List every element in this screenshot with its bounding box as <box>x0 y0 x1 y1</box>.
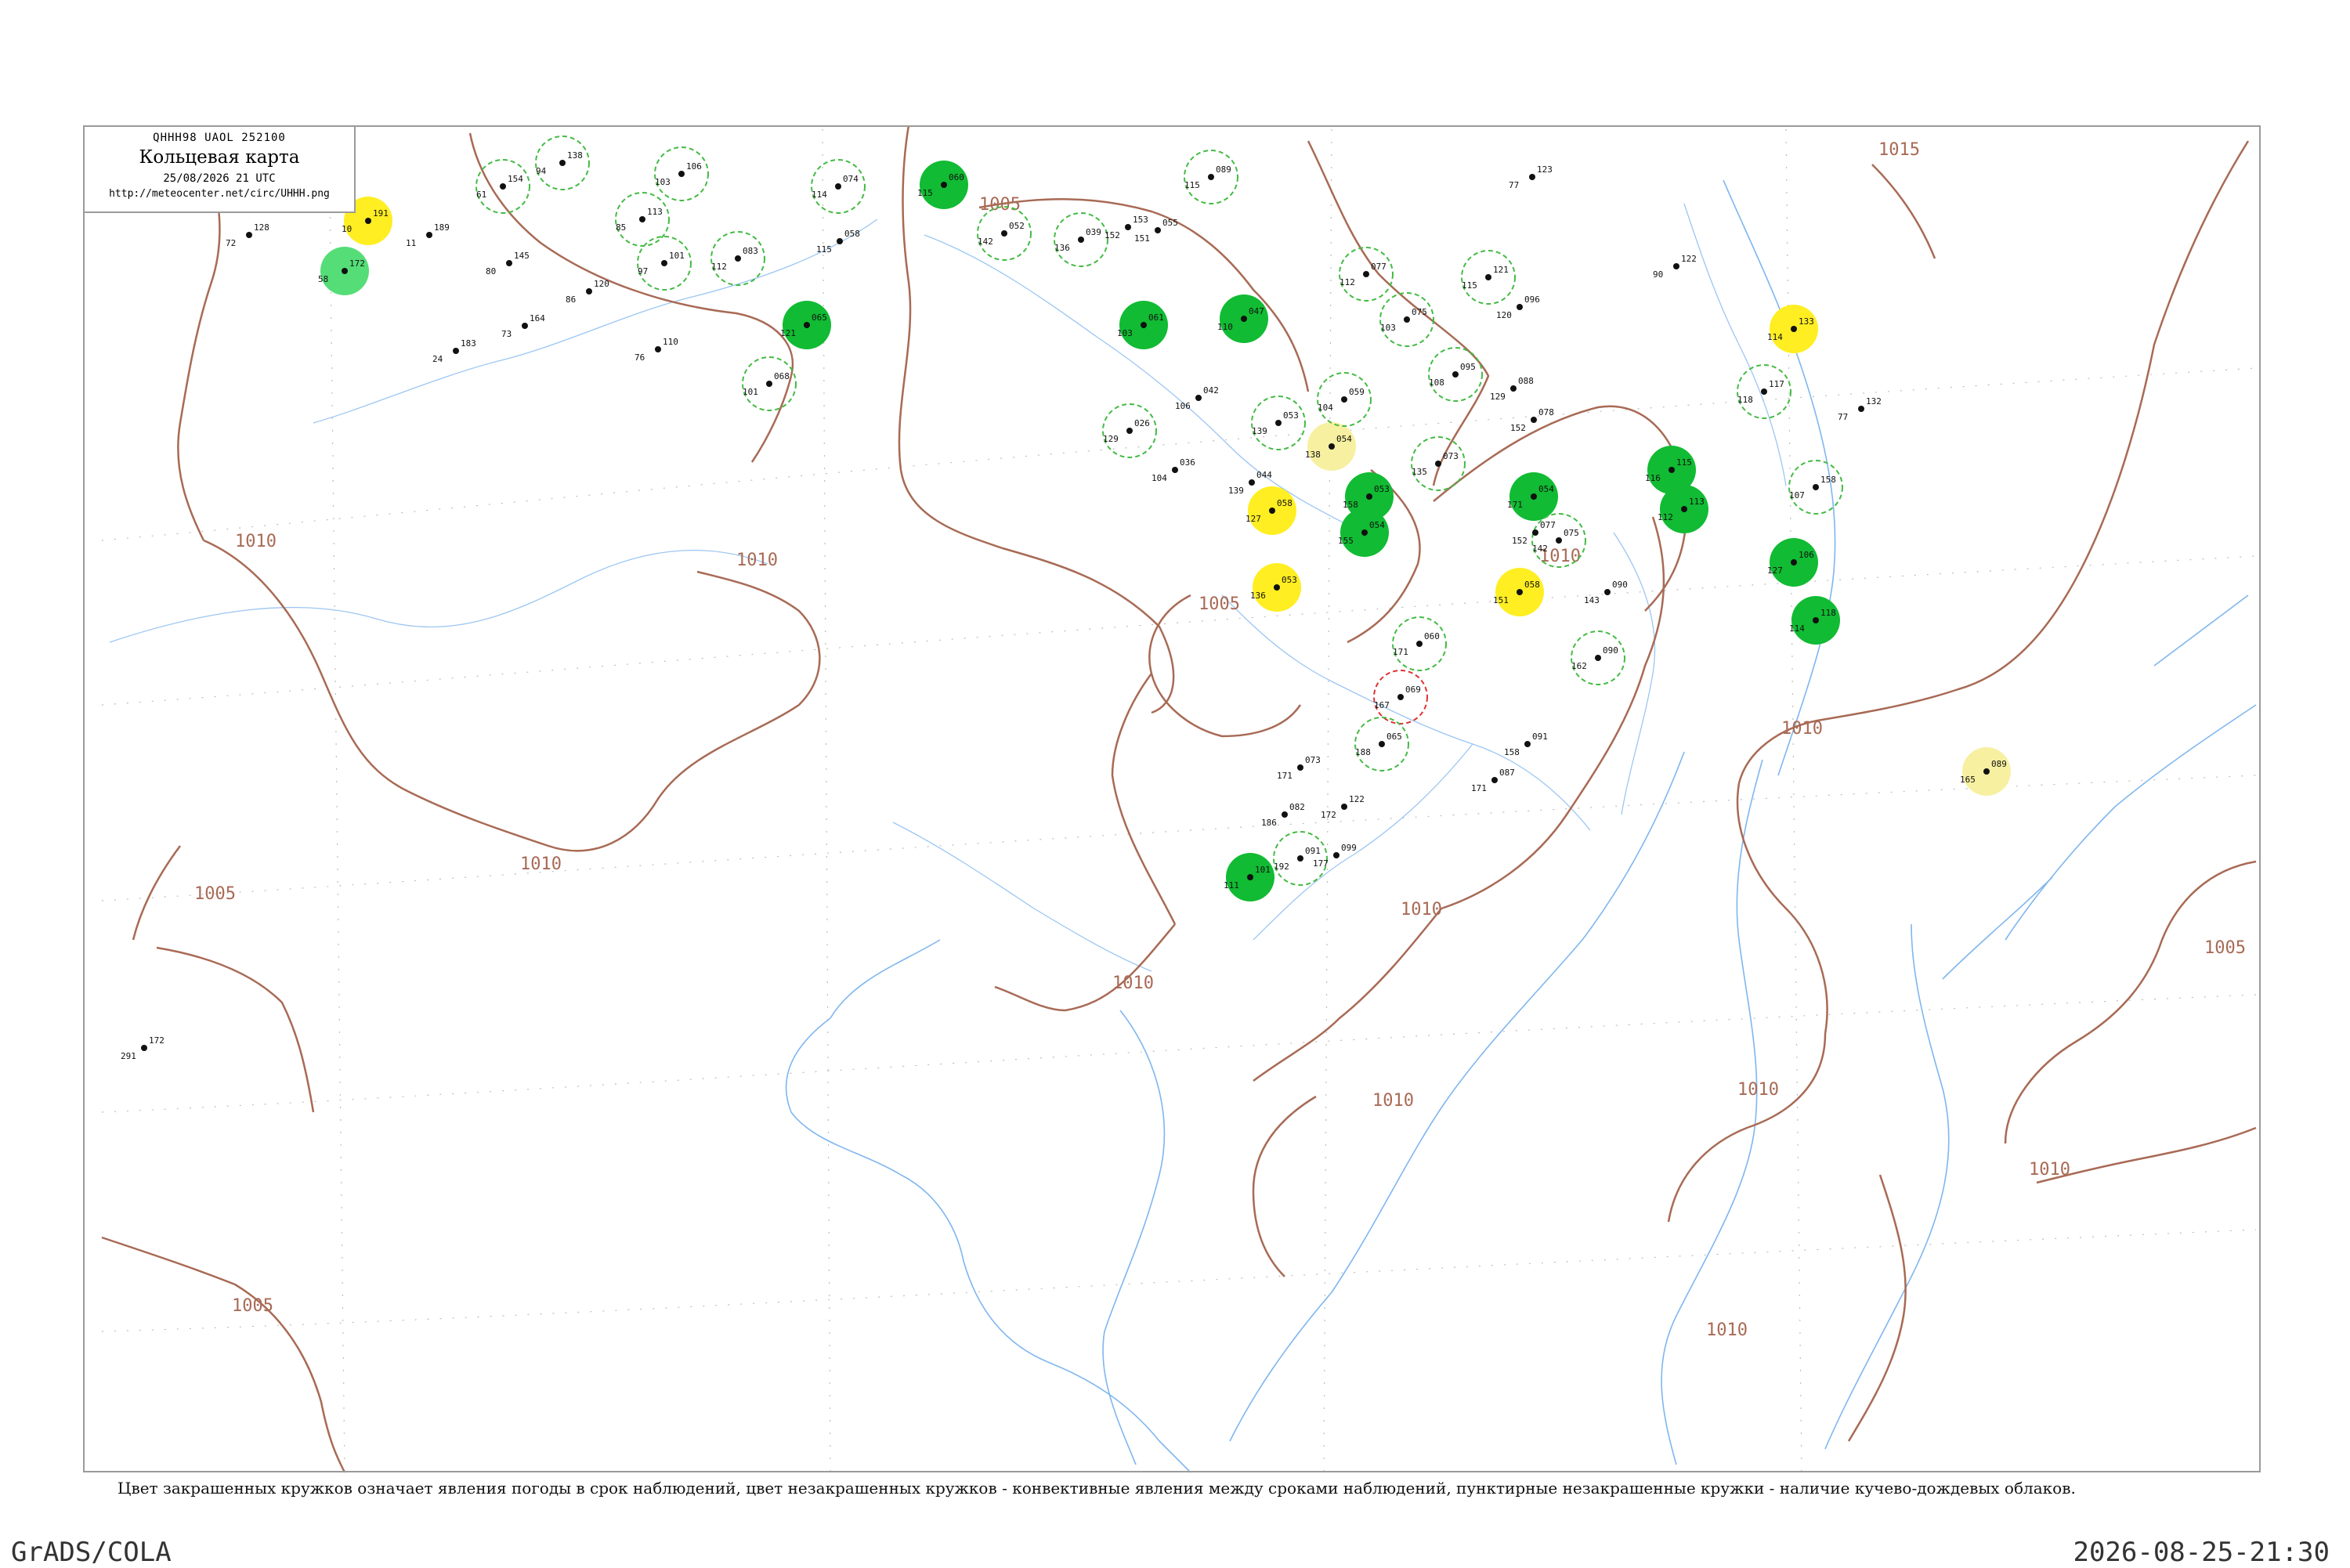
timestamp: 2026-08-25-21:30 <box>2073 1537 2330 1568</box>
software-credit: GrADS/COLA <box>11 1537 172 1568</box>
legend-note: Цвет закрашенных кружков означает явлени… <box>118 1479 2076 1498</box>
bulletin-code: QHHH98 UAOL 252100 <box>153 132 286 144</box>
map-date: 25/08/2026 21 UTC <box>163 172 276 185</box>
title-box: QHHH98 UAOL 252100 Кольцевая карта 25/08… <box>85 127 356 213</box>
map-url: http://meteocenter.net/circ/UHHH.png <box>109 188 330 200</box>
map-frame <box>83 125 2261 1472</box>
map-title: Кольцевая карта <box>139 147 300 168</box>
